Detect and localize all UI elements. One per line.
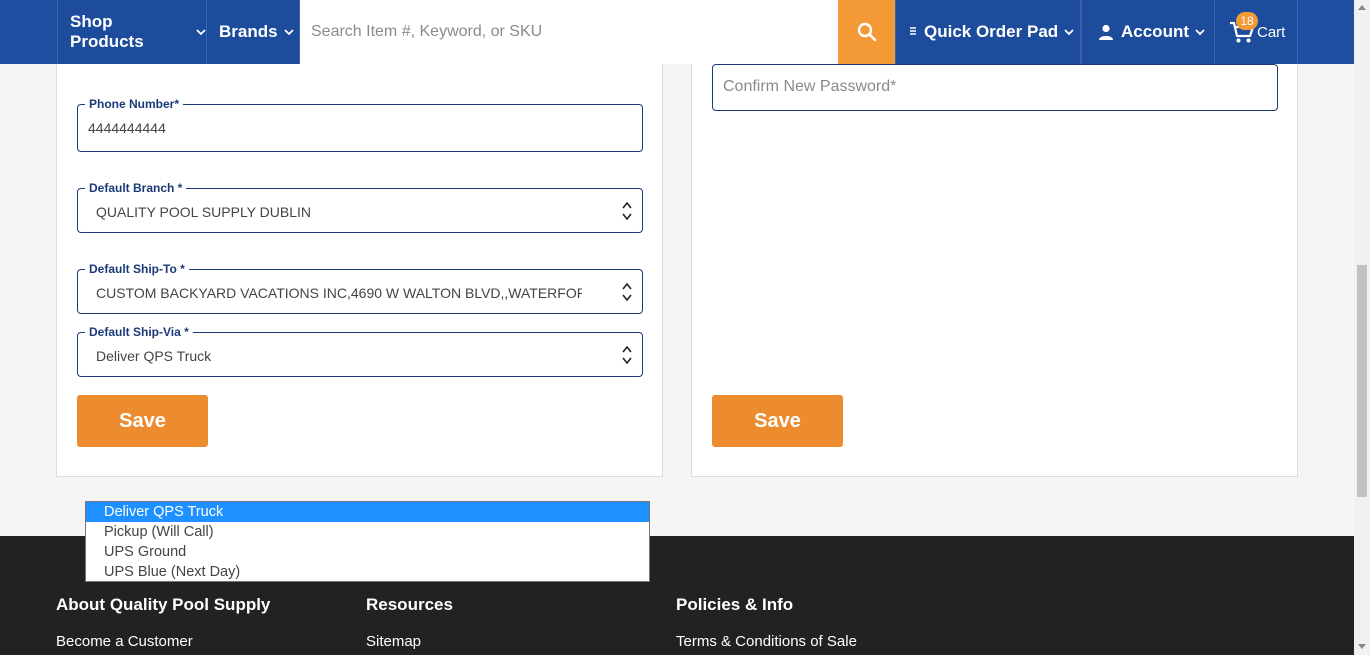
default-ship-via-select[interactable]: Default Ship-Via * Deliver QPS Truck — [77, 324, 643, 377]
ship-via-dropdown-list[interactable]: Deliver QPS Truck Pickup (Will Call) UPS… — [85, 501, 650, 582]
confirm-new-password-field[interactable]: Confirm New Password* — [712, 64, 1278, 111]
default-ship-to-value: CUSTOM BACKYARD VACATIONS INC,4690 W WAL… — [96, 285, 582, 301]
search-icon — [857, 22, 876, 42]
quick-order-pad-menu[interactable]: Quick Order Pad — [895, 0, 1081, 64]
user-icon — [1099, 24, 1113, 40]
password-card: Confirm New Password* Save — [691, 0, 1298, 477]
default-ship-to-label: Default Ship-To * — [85, 261, 189, 277]
phone-number-label: Phone Number* — [85, 96, 184, 112]
cart-button[interactable]: Cart — [1214, 0, 1298, 64]
default-ship-via-label: Default Ship-Via * — [85, 324, 193, 340]
account-label: Account — [1121, 22, 1189, 41]
save-password-button[interactable]: Save — [712, 395, 843, 447]
save-account-button[interactable]: Save — [77, 395, 208, 447]
confirm-new-password-placeholder: Confirm New Password* — [723, 78, 897, 95]
list-icon — [910, 27, 916, 35]
chevron-down-icon — [283, 29, 294, 36]
default-branch-select[interactable]: Default Branch * QUALITY POOL SUPPLY DUB… — [77, 180, 643, 233]
ship-via-option[interactable]: Pickup (Will Call) — [86, 522, 649, 542]
shop-products-menu[interactable]: Shop Products — [57, 0, 207, 64]
cart-count-badge: 18 — [1236, 12, 1258, 30]
search-box — [300, 0, 838, 64]
chevron-down-icon — [1195, 29, 1205, 36]
account-details-card: Phone Number* 4444444444 Default Branch … — [56, 0, 663, 477]
footer-policies-heading: Policies & Info — [676, 595, 794, 614]
default-ship-via-value: Deliver QPS Truck — [96, 348, 212, 364]
footer-sitemap-link[interactable]: Sitemap — [366, 633, 421, 650]
default-ship-to-select[interactable]: Default Ship-To * CUSTOM BACKYARD VACATI… — [77, 261, 643, 314]
ship-via-option[interactable]: UPS Blue (Next Day) — [86, 562, 649, 582]
cart-label: Cart — [1257, 23, 1286, 41]
scrollbar-thumb[interactable] — [1357, 265, 1367, 497]
ship-via-option[interactable]: UPS Ground — [86, 542, 649, 562]
phone-number-field[interactable]: Phone Number* 4444444444 — [77, 96, 643, 152]
ship-via-option[interactable]: Deliver QPS Truck — [86, 502, 649, 522]
search-input[interactable] — [300, 0, 838, 64]
brands-menu[interactable]: Brands — [206, 0, 300, 64]
scroll-up-arrow-icon[interactable] — [1358, 5, 1366, 10]
account-menu[interactable]: Account — [1081, 0, 1215, 64]
chevron-down-icon — [196, 29, 206, 36]
phone-number-value: 4444444444 — [88, 120, 166, 136]
search-button[interactable] — [838, 0, 895, 64]
footer-about-heading: About Quality Pool Supply — [56, 595, 271, 614]
default-branch-label: Default Branch * — [85, 180, 187, 196]
chevron-down-icon — [1064, 29, 1074, 36]
page: Phone Number* 4444444444 Default Branch … — [0, 0, 1354, 655]
shop-products-label: Shop Products — [70, 12, 144, 51]
top-nav-bar: Shop Products Brands Quick Order Pad Acc… — [0, 0, 1354, 64]
default-branch-value: QUALITY POOL SUPPLY DUBLIN — [96, 204, 312, 220]
brands-label: Brands — [219, 22, 278, 41]
footer-resources-heading: Resources — [366, 595, 453, 614]
footer-terms-link[interactable]: Terms & Conditions of Sale — [676, 633, 857, 650]
select-arrows-icon — [622, 281, 632, 303]
select-arrows-icon — [622, 200, 632, 222]
select-arrows-icon — [622, 344, 632, 366]
page-scrollbar[interactable] — [1354, 0, 1370, 655]
scroll-down-arrow-icon[interactable] — [1358, 644, 1366, 649]
quick-order-pad-label: Quick Order Pad — [924, 22, 1059, 41]
footer-become-customer-link[interactable]: Become a Customer — [56, 633, 193, 650]
